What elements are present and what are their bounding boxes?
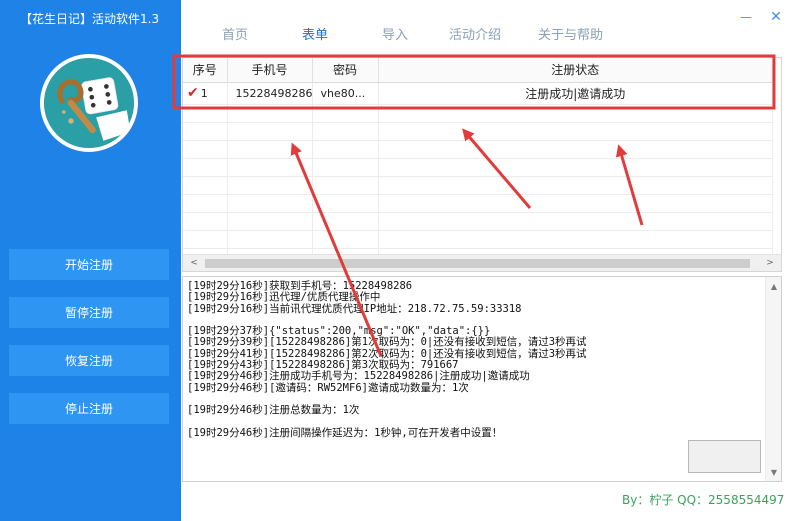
minimize-button[interactable]: — bbox=[737, 8, 755, 26]
column-header-index[interactable]: 序号 bbox=[183, 58, 228, 83]
sidebar: 【花生日记】活动软件1.3 开始注册 暂停注册 恢复注册 停止注册 bbox=[0, 0, 181, 521]
empty-row bbox=[183, 194, 773, 213]
empty-row bbox=[183, 140, 773, 159]
tab-form[interactable]: 表单 bbox=[302, 24, 328, 43]
scrollbar-thumb[interactable] bbox=[205, 259, 750, 268]
resume-register-button[interactable]: 恢复注册 bbox=[9, 345, 169, 376]
top-nav: 首页 表单 导入 活动介绍 关于与帮助 — ✕ bbox=[181, 0, 800, 50]
row-index: 1 bbox=[200, 87, 208, 100]
minimize-icon: — bbox=[740, 10, 752, 24]
tab-activity-intro[interactable]: 活动介绍 bbox=[449, 24, 501, 43]
tab-about-help[interactable]: 关于与帮助 bbox=[538, 24, 603, 43]
empty-row bbox=[183, 104, 773, 123]
register-grid[interactable]: 序号 手机号 密码 注册状态 ✔ 1 15228498286 vhe80... 注… bbox=[182, 57, 782, 272]
app-title: 【花生日记】活动软件1.3 bbox=[20, 12, 160, 26]
log-line: [19时29分16秒]迅代理/优质代理操作中 bbox=[187, 291, 381, 304]
peanut-logo-icon bbox=[40, 54, 138, 152]
close-button[interactable]: ✕ bbox=[767, 8, 785, 26]
start-register-button[interactable]: 开始注册 bbox=[9, 249, 169, 280]
log-line: [19时29分46秒]注册间隔操作延迟为：1秒钟,可在开发者中设置！ bbox=[187, 426, 503, 439]
log-line: [19时29分16秒]当前讯代理优质代理IP地址：218.72.75.59:33… bbox=[187, 302, 522, 315]
empty-row bbox=[183, 212, 773, 231]
blank-box bbox=[688, 440, 761, 473]
column-header-phone[interactable]: 手机号 bbox=[227, 58, 313, 83]
row-phone: 15228498286 bbox=[227, 82, 313, 105]
vertical-scrollbar[interactable]: ▲ ▼ bbox=[765, 277, 781, 481]
scroll-left-icon[interactable]: < bbox=[187, 256, 201, 270]
column-header-status[interactable]: 注册状态 bbox=[378, 58, 773, 83]
empty-row bbox=[183, 122, 773, 141]
column-header-password[interactable]: 密码 bbox=[312, 58, 379, 83]
close-icon: ✕ bbox=[770, 9, 782, 25]
scroll-down-icon[interactable]: ▼ bbox=[766, 465, 781, 479]
empty-row bbox=[183, 158, 773, 177]
empty-row bbox=[183, 176, 773, 195]
row-status: 注册成功|邀请成功 bbox=[378, 82, 773, 105]
log-text: [19时29分16秒]获取到手机号：15228498286 [19时29分16秒]… bbox=[187, 280, 765, 439]
pause-register-button[interactable]: 暂停注册 bbox=[9, 297, 169, 328]
horizontal-scrollbar[interactable]: < > bbox=[183, 254, 781, 271]
log-panel[interactable]: [19时29分16秒]获取到手机号：15228498286 [19时29分16秒]… bbox=[182, 276, 782, 482]
stop-register-button[interactable]: 停止注册 bbox=[9, 393, 169, 424]
row-password: vhe80... bbox=[312, 82, 379, 105]
log-line: [19时29分46秒][邀请码：RW52MF6]邀请成功数量为：1次 bbox=[187, 381, 469, 394]
table-row[interactable]: ✔ 1 15228498286 vhe80... 注册成功|邀请成功 bbox=[183, 82, 773, 105]
log-line: [19时29分46秒]注册总数量为：1次 bbox=[187, 404, 360, 417]
table-header-row: 序号 手机号 密码 注册状态 bbox=[183, 58, 773, 83]
checkmark-icon: ✔ bbox=[187, 85, 199, 101]
register-table: 序号 手机号 密码 注册状态 ✔ 1 15228498286 vhe80... 注… bbox=[183, 58, 773, 267]
author-credit: By：柠子 QQ：2558554497 bbox=[622, 493, 785, 507]
row-index-cell: ✔ 1 bbox=[183, 82, 228, 105]
log-line: [19时29分46秒]注册成功手机号为：15228498286|注册成功|邀请成… bbox=[187, 370, 530, 383]
tab-home[interactable]: 首页 bbox=[222, 24, 248, 43]
empty-row bbox=[183, 230, 773, 249]
scroll-up-icon[interactable]: ▲ bbox=[766, 279, 781, 293]
tab-import[interactable]: 导入 bbox=[382, 24, 408, 43]
scroll-right-icon[interactable]: > bbox=[763, 256, 777, 270]
